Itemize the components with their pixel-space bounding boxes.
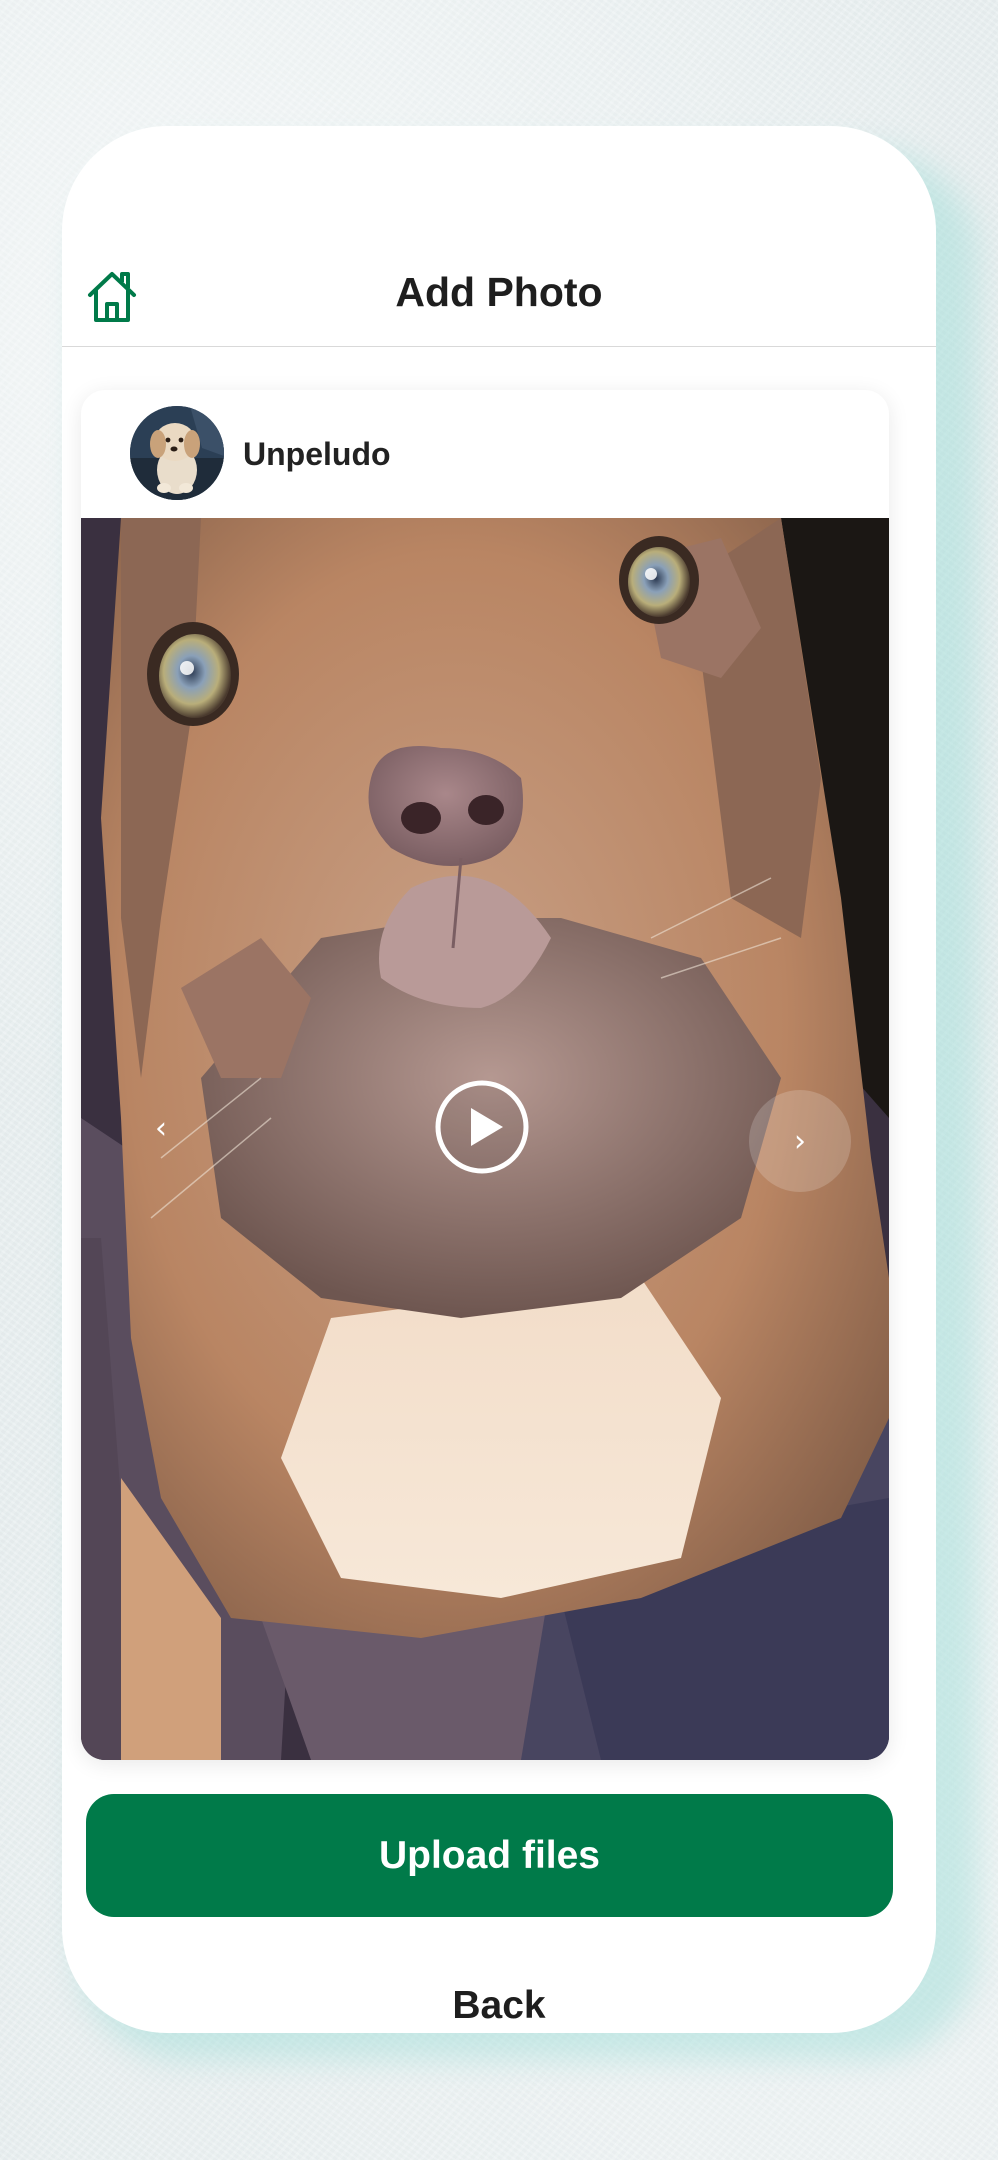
media-viewer: ‹ ›: [81, 518, 889, 1760]
post-card: Unpeludo ‹ ›: [81, 390, 889, 1760]
avatar: [130, 406, 224, 500]
previous-media-button[interactable]: ‹: [111, 1078, 211, 1178]
upload-files-button[interactable]: Upload files: [86, 1794, 893, 1917]
app-screen: Add Photo Unpeludo ‹ › Upload files Back: [62, 126, 936, 2033]
chevron-left-icon: ‹: [155, 1110, 167, 1146]
post-header: Unpeludo: [81, 390, 889, 518]
username[interactable]: Unpeludo: [243, 438, 391, 470]
dog-avatar-icon: [130, 406, 224, 500]
play-icon[interactable]: [435, 1080, 529, 1174]
next-media-button[interactable]: ›: [749, 1090, 851, 1192]
chevron-right-icon: ›: [794, 1123, 806, 1159]
back-button[interactable]: Back: [62, 1986, 936, 2025]
app-header: Add Photo: [62, 126, 936, 347]
page-title: Add Photo: [395, 269, 603, 315]
